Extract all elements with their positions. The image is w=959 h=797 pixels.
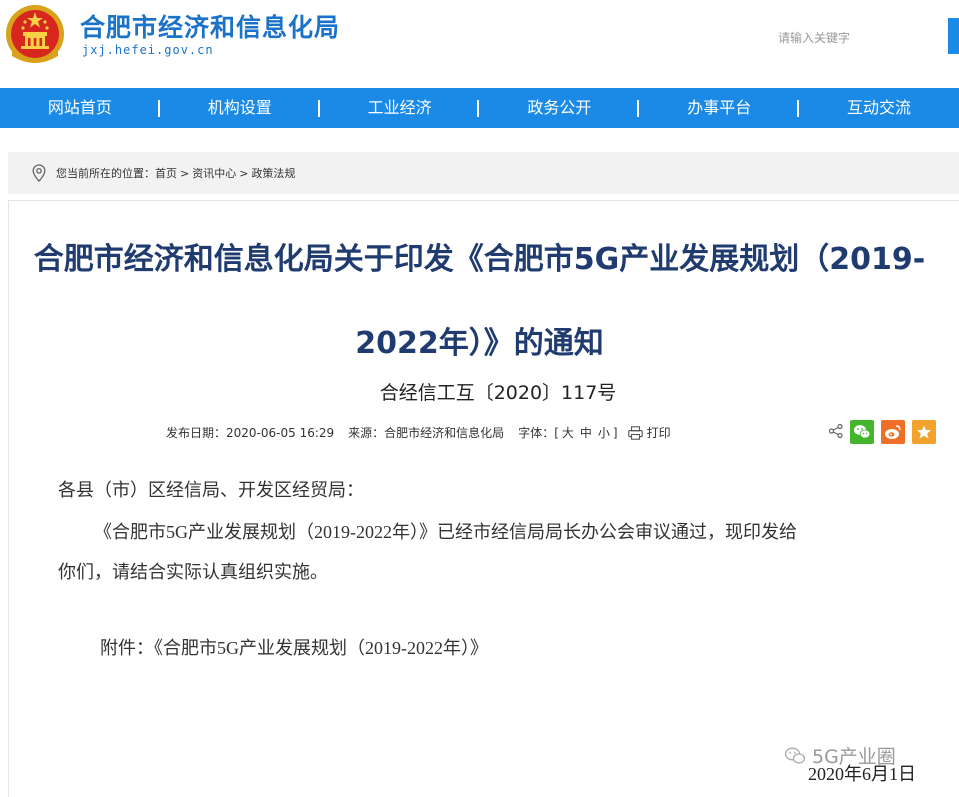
document-date: 2020年6月1日 (808, 764, 916, 784)
breadcrumb-news-center[interactable]: 资讯中心 (192, 165, 236, 181)
breadcrumb-prefix: 您当前所在的位置： (56, 167, 155, 180)
search-input[interactable] (770, 22, 940, 54)
weibo-icon (885, 425, 901, 439)
main-nav: 网站首页 机构设置 工业经济 政务公开 办事平台 互动交流 (0, 88, 959, 128)
font-size-medium[interactable]: 中 (580, 424, 592, 441)
share-weibo-button[interactable] (881, 420, 905, 444)
main-paragraph-line1: 《合肥市5G产业发展规划（2019-2022年）》已经市经信局局长办公会审议通过… (94, 518, 797, 547)
publish-date-value: 2020-06-05 16:29 (226, 425, 335, 440)
breadcrumb-separator: > (180, 166, 190, 180)
wechat-icon (854, 425, 871, 439)
print-link[interactable]: 打印 (647, 424, 671, 441)
source-label: 来源： (348, 426, 385, 440)
search-button[interactable] (948, 18, 959, 54)
article-meta: 发布日期： 2020-06-05 16:29 来源： 合肥市经济和信息化局 字体… (166, 424, 671, 441)
font-size-large[interactable]: 大 (562, 424, 574, 441)
source-value: 合肥市经济和信息化局 (384, 426, 505, 440)
breadcrumb-separator: > (239, 166, 249, 180)
attachment-label: 附件： (100, 638, 154, 659)
attachment-line: 附件：《合肥市5G产业发展规划（2019-2022年）》 (100, 634, 488, 663)
share-icon[interactable] (828, 423, 844, 439)
breadcrumb-policy[interactable]: 政策法规 (251, 165, 295, 181)
article-title: 合肥市经济和信息化局关于印发《合肥市5G产业发展规划（2019-2022年）》的… (33, 242, 926, 361)
share-favorite-button[interactable] (912, 420, 936, 444)
nav-item-home[interactable]: 网站首页 (0, 88, 160, 128)
site-domain: jxj.hefei.gov.cn (82, 43, 214, 57)
font-size-label: 字体：[ (518, 426, 559, 440)
share-wechat-button[interactable] (850, 420, 874, 444)
document-number: 合经信工互〔2020〕117号 (379, 382, 617, 404)
national-emblem-icon[interactable] (4, 2, 66, 68)
nav-item-service-platform[interactable]: 办事平台 (639, 88, 799, 128)
nav-item-interaction[interactable]: 互动交流 (799, 88, 959, 128)
location-pin-icon (32, 164, 46, 182)
main-paragraph-text: 已经市经信局局长办公会审议通过，现印发给 (437, 522, 797, 543)
nav-item-industrial-economy[interactable]: 工业经济 (320, 88, 480, 128)
font-size-close: ] (612, 425, 618, 440)
nav-item-organization[interactable]: 机构设置 (160, 88, 320, 128)
plan-title-reference: 《合肥市5G产业发展规划（2019-2022年）》 (94, 522, 437, 542)
breadcrumb: 您当前所在的位置： 首页 > 资讯中心 > 政策法规 (8, 152, 959, 194)
attachment-link[interactable]: 《合肥市5G产业发展规划（2019-2022年）》 (154, 638, 488, 658)
main-paragraph-line2: 你们，请结合实际认真组织实施。 (58, 562, 328, 583)
site-title[interactable]: 合肥市经济和信息化局 (80, 8, 340, 44)
wechat-watermark-icon (784, 747, 806, 764)
greeting-paragraph: 各县（市）区经信局、开发区经贸局： (58, 480, 364, 501)
font-size-small[interactable]: 小 (598, 424, 610, 441)
print-icon[interactable] (627, 425, 643, 440)
publish-date-label: 发布日期： (166, 426, 227, 440)
nav-item-government-affairs[interactable]: 政务公开 (479, 88, 640, 128)
breadcrumb-home[interactable]: 首页 (155, 165, 177, 181)
star-icon (917, 425, 931, 439)
site-header: 合肥市经济和信息化局 jxj.hefei.gov.cn (0, 0, 959, 88)
